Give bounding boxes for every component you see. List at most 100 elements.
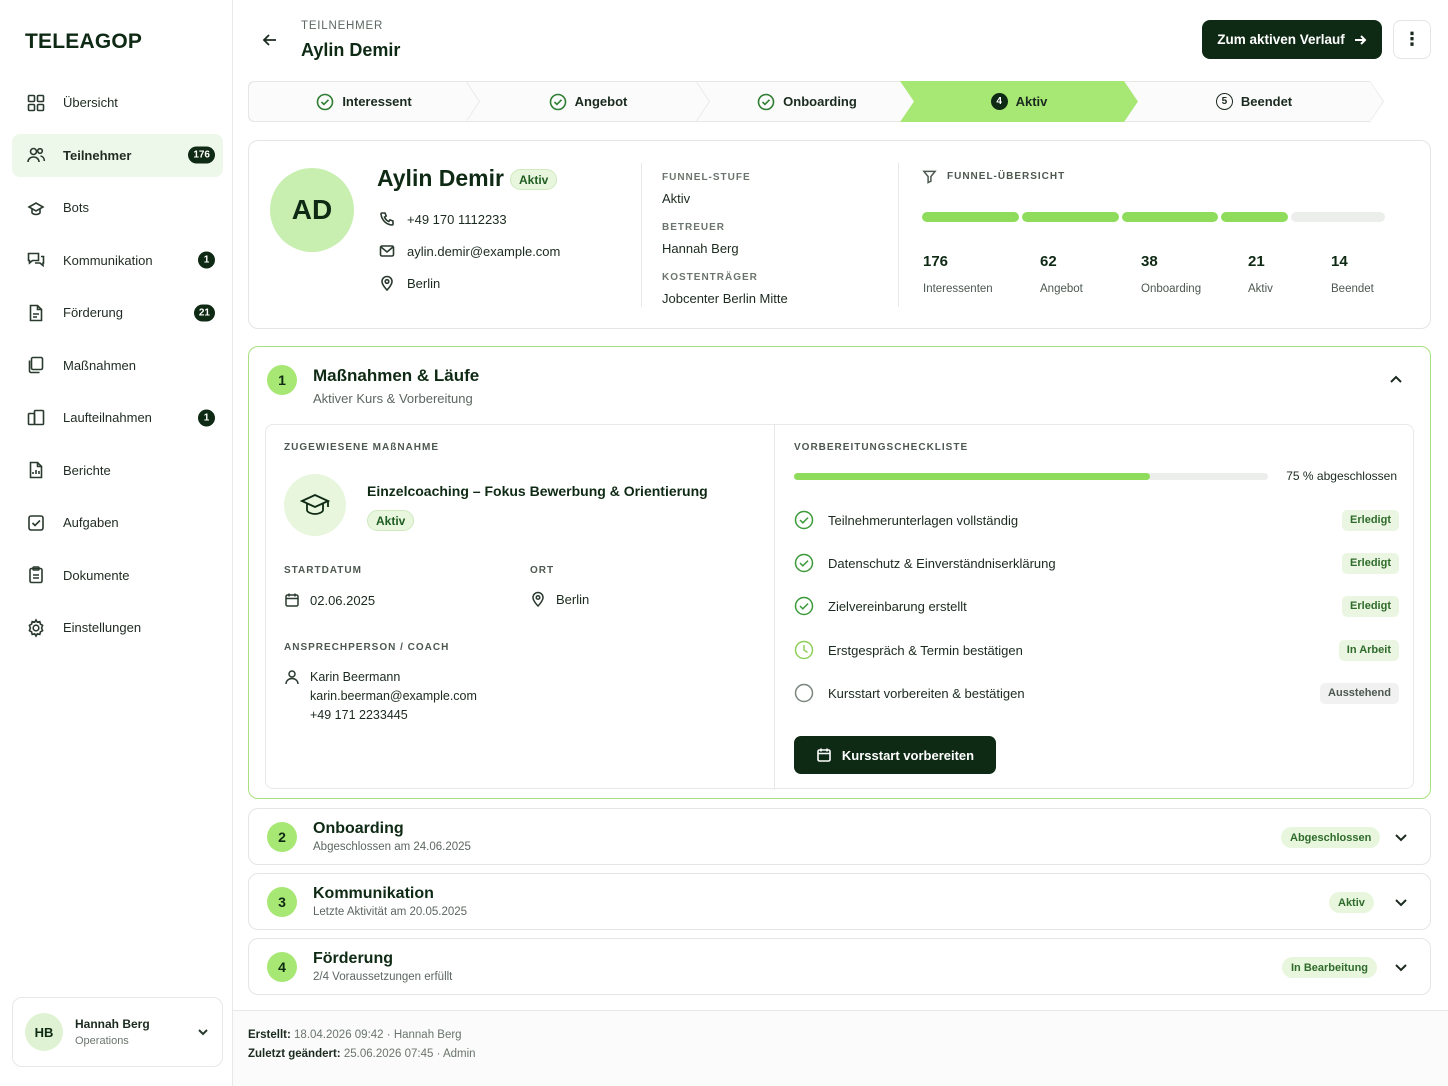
start-date-row: 02.06.2025 <box>284 592 375 608</box>
arrow-right-icon <box>1354 34 1367 45</box>
count-badge: 176 <box>188 146 215 164</box>
participant-profile-card: AD Aylin Demir Aktiv +49 170 1112233 ayl… <box>248 140 1431 329</box>
sidebar-item-foerderung[interactable]: Förderung 21 <box>12 291 223 334</box>
app-logo[interactable]: TELEAGOP <box>25 30 142 54</box>
checklist-item[interactable]: Teilnehmerunterlagen vollständig Erledig… <box>794 509 1399 531</box>
funnel-stat[interactable]: 176 Interessenten <box>923 253 993 295</box>
user-name: Hannah Berg <box>75 1017 150 1031</box>
step-angebot[interactable]: Angebot <box>466 81 710 122</box>
step-beendet[interactable]: 5 Beendet <box>1124 81 1384 122</box>
section-body: ZUGEWIESENE MAßNAHME Einzelcoaching – Fo… <box>265 424 1414 790</box>
sidebar-item-einstellungen[interactable]: Einstellungen <box>12 606 223 649</box>
step-interessent[interactable]: Interessent <box>248 81 480 122</box>
sidebar-item-label: Berichte <box>63 462 111 478</box>
divider <box>898 163 899 307</box>
status-badge: In Arbeit <box>1338 639 1399 661</box>
checklist-progress-bar <box>794 473 1268 480</box>
clipboard-icon <box>29 566 43 584</box>
progress-text: 75 % abgeschlossen <box>1286 469 1397 483</box>
measure-title[interactable]: Einzelcoaching – Fokus Bewerbung & Orien… <box>367 483 708 499</box>
sidebar-item-label: Laufteilnahmen <box>63 410 152 425</box>
section-title: Förderung <box>313 950 393 967</box>
sidebar-item-bots[interactable]: Bots <box>12 186 223 229</box>
sidebar-item-aufgaben[interactable]: Aufgaben <box>12 501 223 544</box>
funnel-stage-label: FUNNEL-STUFE <box>662 172 751 183</box>
user-menu[interactable]: HB Hannah Berg Operations <box>12 997 223 1067</box>
sidebar-item-label: Bots <box>63 200 90 215</box>
email-row[interactable]: aylin.demir@example.com <box>379 243 560 259</box>
step-onboarding[interactable]: Onboarding <box>696 81 918 122</box>
funnel-stepper: Interessent Angebot Onboarding 4 Aktiv 5B… <box>248 81 1384 122</box>
sidebar-item-massnahmen[interactable]: Maßnahmen <box>12 344 223 387</box>
section-subtitle: Abgeschlossen am 24.06.2025 <box>313 841 471 853</box>
map-pin-icon <box>381 275 393 291</box>
created-label: Erstellt: <box>248 1029 291 1041</box>
section-onboarding[interactable]: 2 Onboarding Abgeschlossen am 24.06.2025… <box>248 808 1431 865</box>
section-title: Kommunikation <box>313 885 434 902</box>
phone-icon <box>380 212 394 226</box>
step-number: 5 <box>1216 93 1233 110</box>
stat-label: Onboarding <box>1141 283 1202 295</box>
place-label: ORT <box>530 565 555 576</box>
funnel-stat[interactable]: 38 Onboarding <box>1141 253 1201 295</box>
chat-icon <box>27 252 45 268</box>
status-badge: In Bearbeitung <box>1282 957 1378 978</box>
funnel-stat[interactable]: 14 Beendet <box>1331 253 1374 295</box>
back-button[interactable] <box>260 30 280 50</box>
coach-email[interactable]: karin.beerman@example.com <box>310 687 477 706</box>
phone-row[interactable]: +49 170 1112233 <box>379 211 507 227</box>
checklist-item[interactable]: Datenschutz & Einverständniserklärung Er… <box>794 552 1399 574</box>
funnel-stat[interactable]: 21 Aktiv <box>1248 253 1273 295</box>
step-aktiv[interactable]: 4 Aktiv <box>900 81 1138 122</box>
page-title: Aylin Demir <box>301 40 401 60</box>
changed-label: Zuletzt geändert: <box>248 1048 341 1060</box>
button-label: Kursstart vorbereiten <box>841 747 975 763</box>
coach-name: Karin Beermann <box>310 670 401 684</box>
expand-button[interactable] <box>1393 894 1409 910</box>
chevron-down-icon <box>1395 899 1407 907</box>
collapse-button[interactable] <box>1388 372 1404 388</box>
breadcrumb[interactable]: TEILNEHMER <box>301 20 383 32</box>
more-options-button[interactable]: ⋮ <box>1393 20 1431 59</box>
sidebar-item-berichte[interactable]: Berichte <box>12 449 223 492</box>
checklist-item[interactable]: Erstgespräch & Termin bestätigen In Arbe… <box>794 639 1399 661</box>
section-number: 1 <box>267 365 297 395</box>
prepare-course-start-button[interactable]: Kursstart vorbereiten <box>794 736 996 774</box>
map-pin-icon <box>532 591 544 607</box>
sidebar-item-laufteilnahmen[interactable]: Laufteilnahmen 1 <box>12 396 223 439</box>
changed-info: Zuletzt geändert: 25.06.2026 07:45 · Adm… <box>248 1048 476 1060</box>
stat-label: Angebot <box>1040 283 1083 295</box>
sidebar-item-teilnehmer[interactable]: Teilnehmer 176 <box>12 133 223 177</box>
active-history-button[interactable]: Zum aktiven Verlauf <box>1202 20 1382 59</box>
report-icon <box>29 461 43 479</box>
section-title[interactable]: Maßnahmen & Läufe <box>313 366 479 386</box>
status-badge: Erledigt <box>1342 595 1399 617</box>
sidebar-item-dokumente[interactable]: Dokumente <box>12 554 223 597</box>
funnel-progress-bar <box>922 212 1385 222</box>
funnel-stat[interactable]: 62 Angebot <box>1040 253 1083 295</box>
start-date-value: 02.06.2025 <box>310 592 376 608</box>
coach-phone[interactable]: +49 171 2233445 <box>310 706 477 725</box>
task-icon <box>28 514 44 531</box>
checklist-item[interactable]: Kursstart vorbereiten & bestätigen Ausst… <box>794 682 1399 704</box>
checklist-item-text: Erstgespräch & Termin bestätigen <box>828 642 1023 658</box>
section-foerderung[interactable]: 4 Förderung 2/4 Voraussetzungen erfüllt … <box>248 938 1431 995</box>
funnel-segment <box>922 212 1019 222</box>
funnel-stage-value: Aktiv <box>662 191 691 206</box>
sidebar-item-label: Einstellungen <box>63 620 142 635</box>
advisor-label: BETREUER <box>662 222 726 233</box>
chevron-down-icon <box>1395 964 1407 972</box>
expand-button[interactable] <box>1393 829 1409 845</box>
sidebar-item-label: Förderung <box>63 305 123 320</box>
checklist-item[interactable]: Zielvereinbarung erstellt Erledigt <box>794 595 1399 617</box>
sidebar-item-uebersicht[interactable]: Übersicht <box>12 81 223 124</box>
expand-button[interactable] <box>1393 959 1409 975</box>
chevron-down-icon <box>198 1029 208 1036</box>
step-label: Onboarding <box>783 94 857 109</box>
sidebar-item-kommunikation[interactable]: Kommunikation 1 <box>12 239 223 282</box>
section-kommunikation[interactable]: 3 Kommunikation Letzte Aktivität am 20.0… <box>248 873 1431 930</box>
funnel-segment <box>1291 212 1385 222</box>
checklist-item-text: Datenschutz & Einverständniserklärung <box>828 555 1056 571</box>
check-circle-icon <box>316 93 334 111</box>
stat-value: 62 <box>1040 253 1057 270</box>
